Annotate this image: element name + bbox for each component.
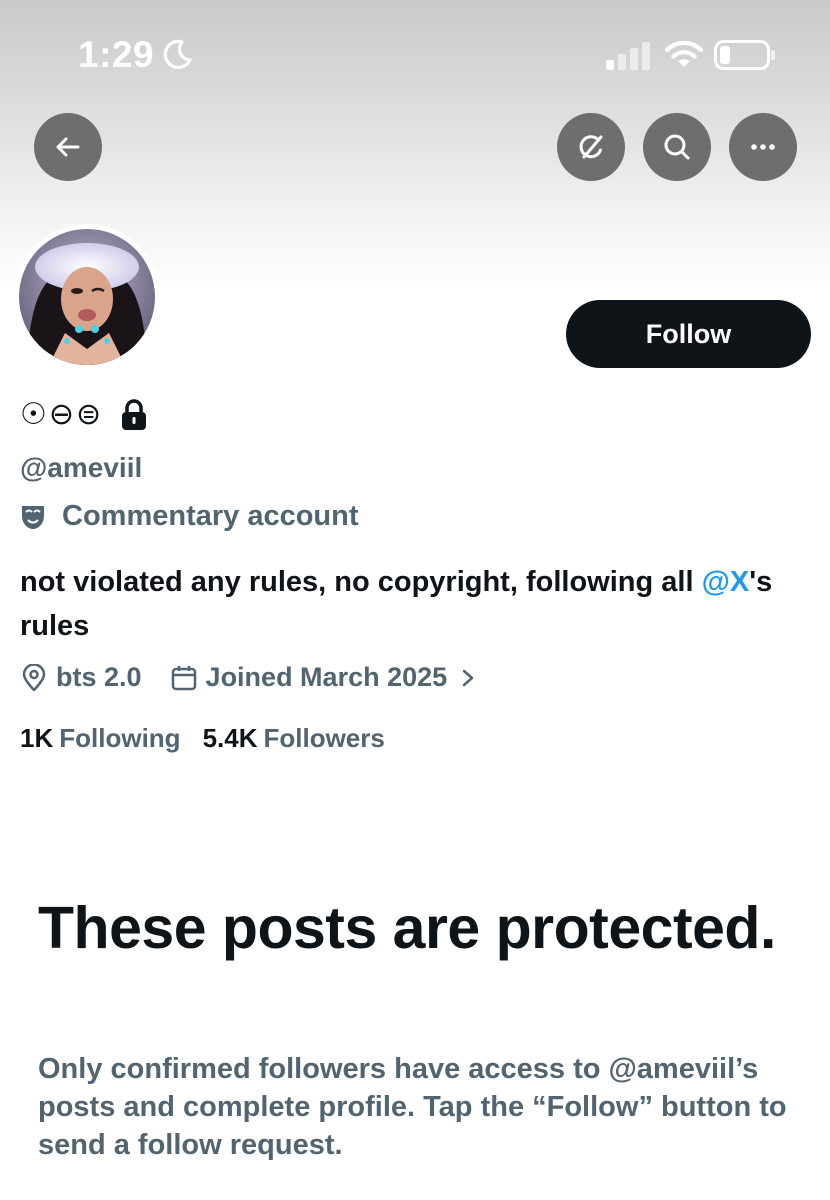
status-bar: 1:29 xyxy=(0,0,830,100)
bio-text: not violated any rules, no copyright, fo… xyxy=(20,566,702,598)
profile-location: bts 2.0 xyxy=(56,662,142,692)
search-button[interactable] xyxy=(643,113,711,181)
display-name: ☉⊖⊜ xyxy=(20,397,104,432)
follow-button[interactable]: Follow xyxy=(566,300,811,368)
protected-posts-body: Only confirmed followers have access to … xyxy=(38,1053,787,1161)
affiliation-label: Commentary account xyxy=(20,500,359,533)
search-icon xyxy=(664,134,690,160)
battery-icon xyxy=(714,40,775,70)
grok-button[interactable] xyxy=(557,113,625,181)
back-button[interactable] xyxy=(34,113,102,181)
profile-bio: not violated any rules, no copyright, fo… xyxy=(20,560,810,648)
avatar-illustration xyxy=(19,229,155,365)
following-label[interactable]: Following xyxy=(59,723,180,754)
profile-handle: @ameviil xyxy=(20,452,143,483)
cellular-signal-icon xyxy=(606,42,650,70)
affiliation-label-text: Commentary account xyxy=(62,500,359,532)
status-time: 1:29 xyxy=(78,34,155,75)
calendar-icon xyxy=(171,665,196,690)
follow-stats: 1K Following 5.4K Followers xyxy=(20,723,385,754)
profile-meta: bts 2.0 Joined March 2025 xyxy=(20,662,477,693)
followers-count[interactable]: 5.4K xyxy=(203,723,258,754)
avatar[interactable] xyxy=(14,224,160,370)
protected-posts-title: These posts are protected. xyxy=(38,895,776,961)
followers-label[interactable]: Followers xyxy=(263,723,384,754)
theater-mask-icon xyxy=(22,505,44,529)
wifi-icon xyxy=(664,40,704,67)
location-pin-icon xyxy=(22,663,46,691)
more-icon xyxy=(751,144,775,150)
profile-joined-date[interactable]: Joined March 2025 xyxy=(206,662,448,693)
avatar-image xyxy=(19,229,155,365)
following-count[interactable]: 1K xyxy=(20,723,53,754)
chevron-right-icon[interactable] xyxy=(459,666,477,690)
display-name-row: ☉⊖⊜ xyxy=(20,397,149,432)
lock-icon xyxy=(122,398,147,430)
more-options-button[interactable] xyxy=(729,113,797,181)
moon-icon xyxy=(163,39,192,70)
grok-icon xyxy=(579,135,603,159)
bio-mention-link[interactable]: @X xyxy=(702,566,750,598)
back-arrow-icon xyxy=(56,137,80,157)
